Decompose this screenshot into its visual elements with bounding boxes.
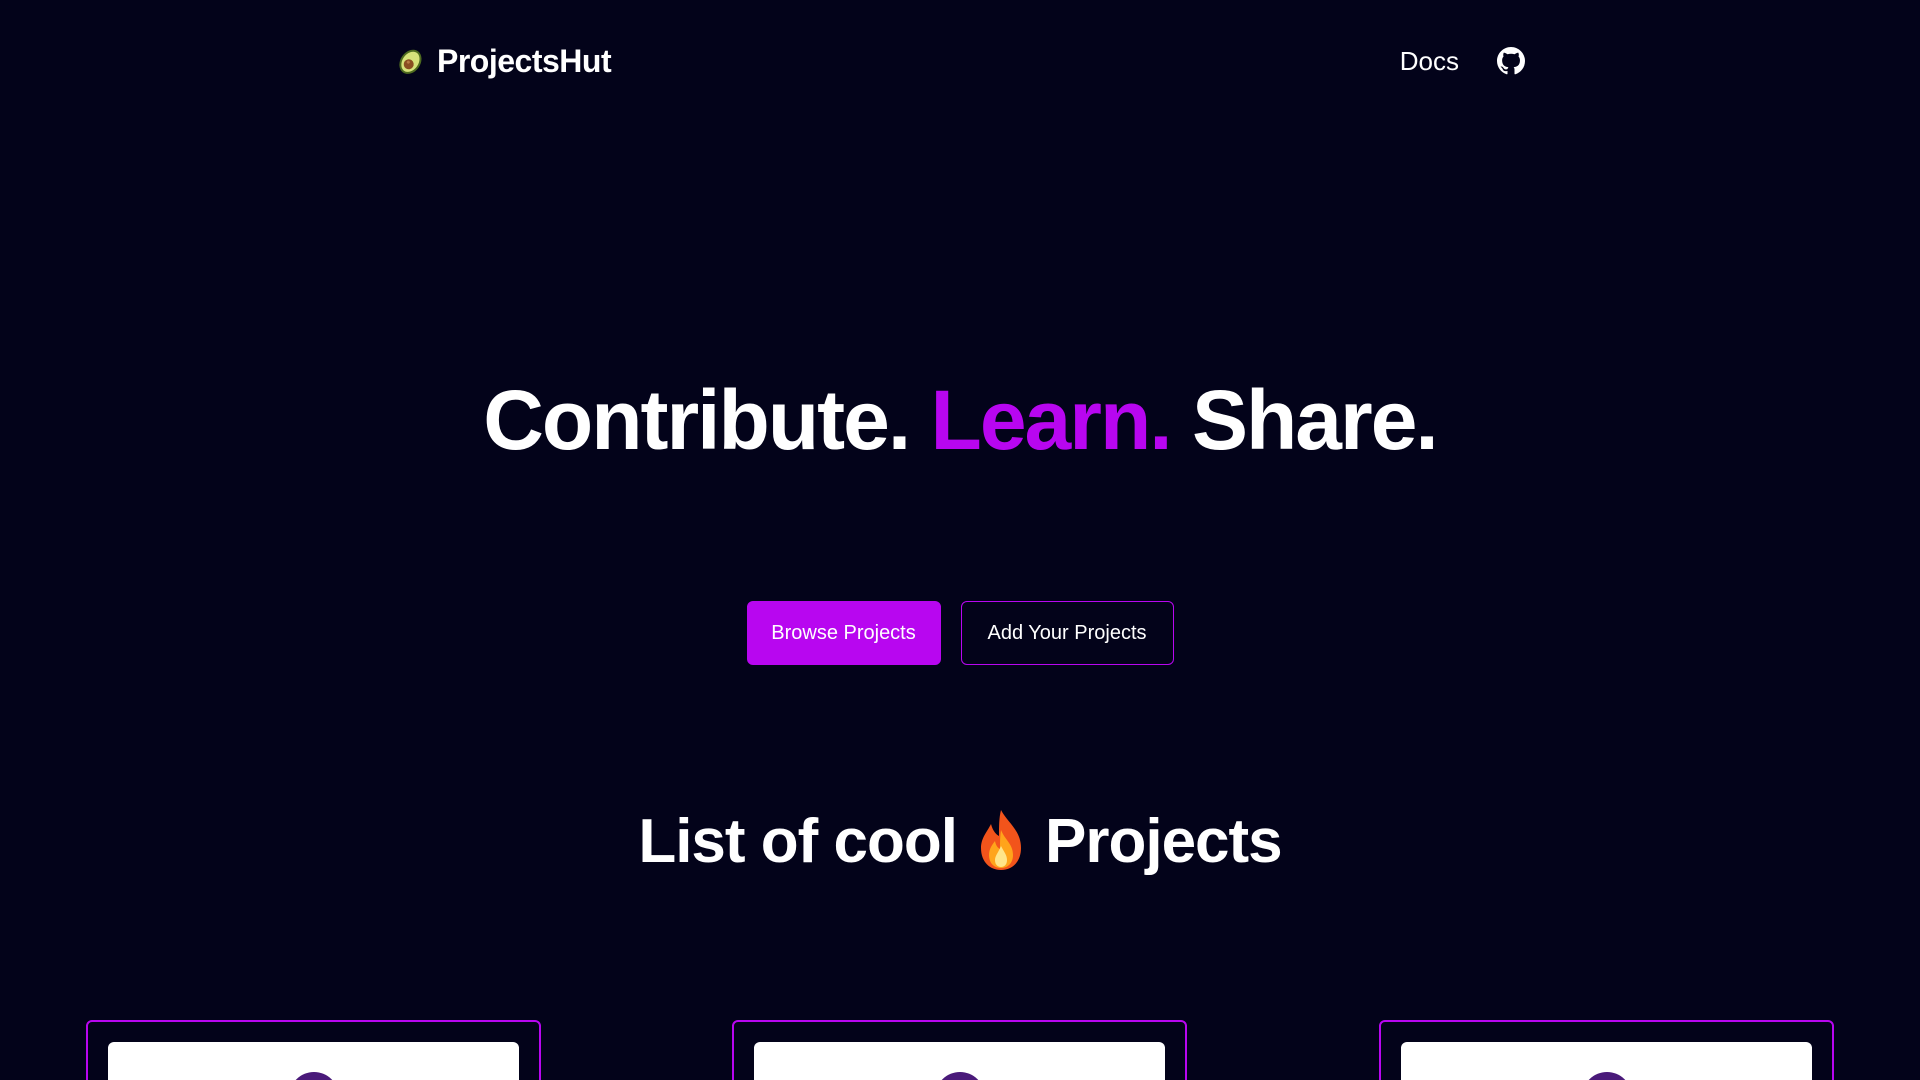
brand-link[interactable]: ProjectsHut <box>395 42 612 80</box>
hero-title-share: Share. <box>1191 373 1439 467</box>
brand-name: ProjectsHut <box>437 42 612 79</box>
project-card-preview <box>1401 1042 1812 1080</box>
landing-page: ProjectsHut Docs Contribute. Learn. Shar… <box>0 0 1920 1080</box>
fire-icon <box>980 810 1021 870</box>
project-card-preview <box>108 1042 519 1080</box>
docs-link[interactable]: Docs <box>1400 46 1459 77</box>
browse-projects-button[interactable]: Browse Projects <box>746 601 941 665</box>
project-card[interactable] <box>86 1020 541 1080</box>
avatar <box>934 1072 985 1080</box>
nav-links: Docs <box>1400 46 1525 77</box>
project-cards <box>0 1020 1920 1080</box>
projects-section-title: List of cool Projects <box>0 800 1920 884</box>
section-title-after: Projects <box>1044 807 1283 876</box>
hero-title-contribute: Contribute. <box>483 373 911 467</box>
avocado-icon <box>399 49 422 74</box>
section-title-before: List of cool <box>638 807 958 876</box>
cta-buttons: Browse Projects Add Your Projects <box>0 601 1920 665</box>
project-card[interactable] <box>1379 1020 1834 1080</box>
github-icon[interactable] <box>1497 47 1525 75</box>
avatar <box>1581 1072 1632 1080</box>
project-card[interactable] <box>732 1020 1187 1080</box>
avatar <box>288 1072 339 1080</box>
top-navbar: ProjectsHut Docs <box>395 36 1525 86</box>
hero-title-learn: Learn. <box>930 373 1173 467</box>
hero-title: Contribute. Learn. Share. <box>0 370 1920 470</box>
add-projects-button[interactable]: Add Your Projects <box>960 601 1174 665</box>
project-card-preview <box>754 1042 1165 1080</box>
